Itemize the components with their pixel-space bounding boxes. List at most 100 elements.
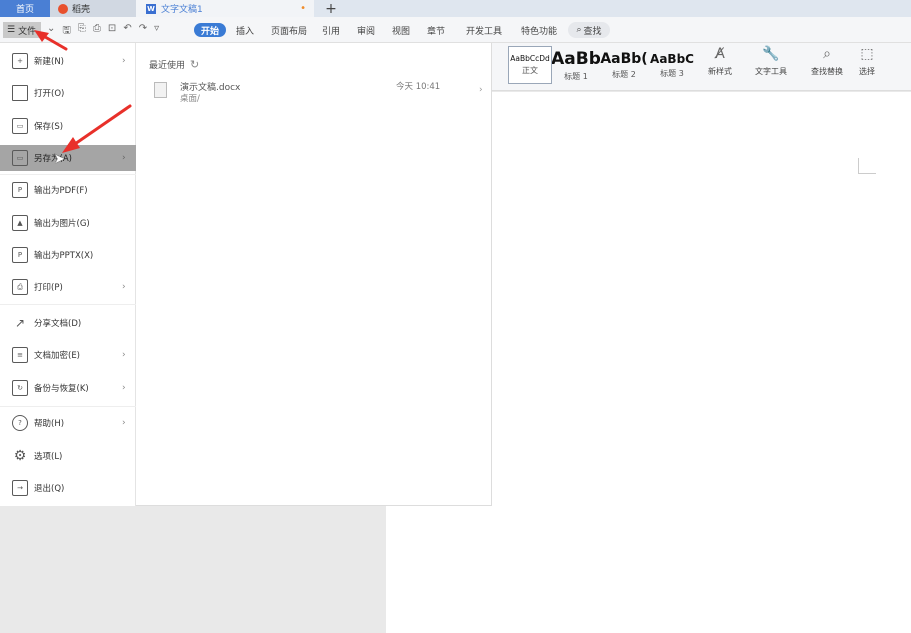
file-menu-label: 文件 [18,26,37,37]
dropdown-icon[interactable]: ⌄ [47,23,55,40]
print-preview-icon[interactable]: ⊡ [108,23,116,40]
backup-icon: ↻ [12,380,28,396]
menu-item-save[interactable]: ▭ 保存(S) [0,113,136,139]
search-icon: ⌕ [576,25,582,35]
menu-item-export-pptx[interactable]: P 输出为PPTX(X) [0,242,136,268]
chevron-right-icon: › [122,153,126,163]
recent-file-item[interactable]: 演示文稿.docx 桌面/ 今天 10:41 › [154,79,484,109]
style-sample: AaBb( [600,50,648,67]
refresh-icon[interactable]: ↻ [190,58,199,71]
style-heading-3[interactable]: AaBbC 标题 3 [648,46,696,84]
style-heading-1[interactable]: AaBb 标题 1 [552,46,600,84]
menu-item-share[interactable]: ↗ 分享文档(D) [0,310,136,336]
menu-item-label: 打印(P) [34,283,63,293]
exit-icon: → [12,480,28,496]
select-cursor-icon: ⬚ [860,46,874,62]
menu-item-open[interactable]: 打开(O) [0,80,136,106]
menu-item-label: 新建(N) [34,57,64,67]
menu-item-backup[interactable]: ↻ 备份与恢复(K) › [0,375,136,401]
style-heading-2[interactable]: AaBb( 标题 2 [600,46,648,84]
writer-logo-icon: W [146,3,156,14]
style-caption: 正文 [522,66,538,75]
menu-item-help[interactable]: ? 帮助(H) › [0,410,136,436]
redo-icon[interactable]: ↷ [139,23,147,40]
tab-insert[interactable]: 插入 [236,24,254,37]
style-caption: 标题 2 [612,69,636,79]
menu-item-save-as[interactable]: ▭ 另存为(A) › [0,145,136,171]
search-label: 查找 [583,26,602,37]
menu-divider [0,304,136,305]
text-tools-label: 文字工具 [755,67,787,76]
select-button[interactable]: ⬚ 选择 [859,47,875,77]
save-icon[interactable]: 🖫 [62,23,71,40]
tab-page-layout[interactable]: 页面布局 [271,24,307,37]
find-replace-label: 查找替换 [811,67,843,76]
pdf-icon: P [12,182,28,198]
menu-item-label: 帮助(H) [34,419,65,429]
quick-access-toolbar: ⌄ 🖫 ⎘ ⎙ ⊡ ↶ ↷ ▿ [47,23,159,40]
menu-item-label: 另存为(A) [34,154,72,164]
menu-item-exit[interactable]: → 退出(Q) [0,475,136,501]
tab-view[interactable]: 视图 [392,24,410,37]
style-sample: AaBb [552,48,600,69]
menu-item-label: 文档加密(E) [34,351,81,361]
style-sample: AaBbCcDd [510,54,550,63]
menu-item-print[interactable]: ⎙ 打印(P) › [0,274,136,300]
tab-document-label: 文字文稿1 [161,5,203,15]
menu-item-encrypt[interactable]: ≡ 文档加密(E) › [0,342,136,368]
wps-logo-icon [58,3,68,14]
document-file-icon [154,82,167,98]
tab-wps[interactable]: 稻壳 [50,0,136,17]
tab-references[interactable]: 引用 [322,24,340,37]
menu-item-options[interactable]: ⚙ 选项(L) [0,443,136,469]
chevron-right-icon: › [122,282,126,292]
more-icon[interactable]: ▿ [154,23,159,40]
chevron-right-icon: › [122,56,126,66]
lock-doc-icon: ≡ [12,347,28,363]
menu-item-new[interactable]: + 新建(N) › [0,48,136,74]
search-button[interactable]: ⌕ 查找 [568,22,610,38]
ribbon: AaBbCcDd 正文 AaBb 标题 1 AaBb( 标题 2 AaBbC 标… [492,43,911,91]
tab-features[interactable]: 特色功能 [521,24,557,37]
gear-icon: ⚙ [13,448,27,464]
menu-item-label: 保存(S) [34,122,64,132]
save-as-icon: ▭ [12,150,28,166]
chevron-right-icon[interactable]: › [479,85,483,95]
menu-item-label: 选项(L) [34,452,63,462]
tab-document[interactable]: W 文字文稿1 • [136,0,314,17]
menu-item-export-image[interactable]: ▲ 输出为图片(G) [0,210,136,236]
undo-icon[interactable]: ↶ [123,23,131,40]
tab-home[interactable]: 首页 [0,0,50,17]
tab-wps-label: 稻壳 [72,5,91,15]
style-sample: AaBbC [650,51,694,66]
print-icon[interactable]: ⎙ [93,23,101,40]
recent-files-title: 最近使用 [149,61,186,71]
select-label: 选择 [859,67,875,76]
share-icon: ↗ [14,316,26,330]
text-tools-button[interactable]: 🔧 文字工具 [755,47,787,77]
unsaved-dot: • [300,3,306,14]
tab-chapter[interactable]: 章节 [427,24,445,37]
folder-icon [12,85,28,101]
menu-item-label: 输出为图片(G) [34,219,90,229]
tab-start[interactable]: 开始 [194,23,226,37]
tab-developer[interactable]: 开发工具 [466,24,502,37]
tab-review[interactable]: 审阅 [357,24,375,37]
pptx-icon: P [12,247,28,263]
recent-file-time: 今天 10:41 [396,82,441,92]
file-menu-button[interactable]: ☰ 文件 [3,22,41,38]
magnifier-icon: ⌕ [823,46,831,62]
menu-item-export-pdf[interactable]: P 输出为PDF(F) [0,177,136,203]
style-normal[interactable]: AaBbCcDd 正文 [508,46,552,84]
find-replace-button[interactable]: ⌕ 查找替换 [811,47,843,77]
menu-divider [0,406,136,407]
export-icon[interactable]: ⎘ [78,23,86,40]
new-doc-icon: + [12,53,28,69]
new-tab-button[interactable]: + [322,0,340,17]
tab-bar: 首页 稻壳 W 文字文稿1 • + [0,0,911,17]
new-style-button[interactable]: A̸ 新样式 [708,47,732,77]
new-style-icon: A̸ [715,46,725,62]
menu-item-label: 输出为PDF(F) [34,186,88,196]
page-margin-corner [858,158,876,174]
help-icon: ? [12,415,28,431]
